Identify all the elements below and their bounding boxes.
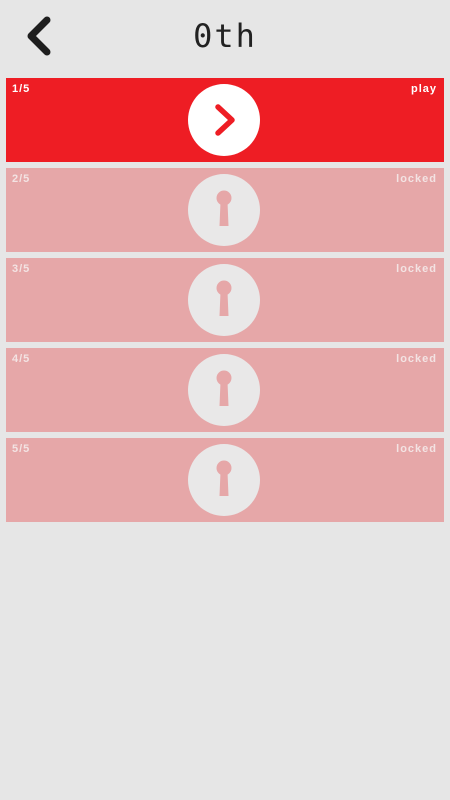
keyhole-icon: [216, 280, 232, 316]
play-chevron-icon: [215, 104, 235, 136]
lock-badge: [188, 174, 260, 246]
header: 0th: [0, 0, 450, 72]
level-row-1[interactable]: 1/5 play: [6, 78, 444, 162]
keyhole-icon: [216, 190, 232, 226]
level-number: 5/5: [12, 443, 31, 455]
keyhole-icon: [216, 460, 232, 496]
play-button[interactable]: [188, 84, 260, 156]
level-number: 1/5: [12, 83, 31, 95]
level-number: 3/5: [12, 263, 31, 275]
lock-badge: [188, 444, 260, 516]
level-row-3[interactable]: 3/5 locked: [6, 258, 444, 342]
level-status: locked: [396, 173, 437, 185]
lock-badge: [188, 264, 260, 336]
level-row-5[interactable]: 5/5 locked: [6, 438, 444, 522]
lock-badge: [188, 354, 260, 426]
level-number: 2/5: [12, 173, 31, 185]
level-row-4[interactable]: 4/5 locked: [6, 348, 444, 432]
level-status: locked: [396, 263, 437, 275]
level-number: 4/5: [12, 353, 31, 365]
level-status: locked: [396, 443, 437, 455]
page-title: 0th: [193, 17, 257, 55]
level-status: play: [410, 83, 437, 95]
level-list: 1/5 play 2/5 locked 3/5 locked 4/5 locke…: [6, 78, 444, 528]
level-status: locked: [396, 353, 437, 365]
keyhole-icon: [216, 370, 232, 406]
level-row-2[interactable]: 2/5 locked: [6, 168, 444, 252]
